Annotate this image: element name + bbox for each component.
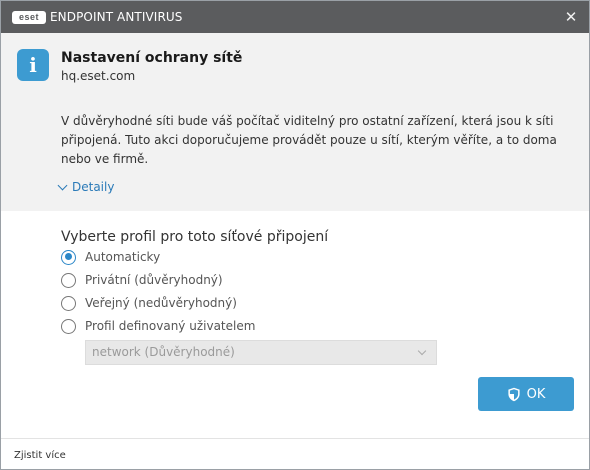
- ok-button[interactable]: OK: [478, 377, 574, 411]
- info-panel: i Nastavení ochrany sítě hq.eset.com V d…: [1, 33, 589, 211]
- network-host: hq.eset.com: [61, 69, 136, 83]
- footer: Zjistit více: [1, 438, 589, 469]
- radio-label: Privátní (důvěryhodný): [85, 273, 223, 287]
- ok-label: OK: [526, 386, 546, 402]
- radio-label: Automaticky: [85, 250, 161, 264]
- radio-button[interactable]: [61, 272, 76, 288]
- details-toggle[interactable]: Detaily: [57, 180, 114, 194]
- radio-button[interactable]: [61, 318, 76, 334]
- profile-section-title: Vyberte profil pro toto síťové připojení: [61, 229, 329, 245]
- product-name: ENDPOINT ANTIVIRUS: [50, 10, 183, 24]
- chevron-down-icon: [417, 346, 427, 356]
- details-label: Detaily: [72, 180, 115, 194]
- learn-more-link[interactable]: Zjistit více: [14, 450, 66, 461]
- dialog-window: eset ENDPOINT ANTIVIRUS ✕ i Nastavení oc…: [0, 0, 590, 470]
- select-value: network (Důvěryhodné): [92, 345, 235, 359]
- radio-automatic[interactable]: Automaticky: [61, 248, 160, 266]
- radio-button[interactable]: [61, 249, 76, 265]
- title-bar: eset ENDPOINT ANTIVIRUS ✕: [1, 1, 589, 33]
- radio-label: Veřejný (nedůvěryhodný): [85, 296, 237, 310]
- close-button[interactable]: ✕: [561, 7, 581, 27]
- dialog-title: Nastavení ochrany sítě: [61, 50, 243, 66]
- network-profile-select[interactable]: network (Důvěryhodné): [85, 340, 437, 365]
- radio-private[interactable]: Privátní (důvěryhodný): [61, 271, 223, 289]
- dialog-description: V důvěryhodné síti bude váš počítač vidi…: [61, 114, 557, 166]
- shield-icon: [507, 387, 521, 402]
- eset-logo: eset: [12, 11, 46, 24]
- radio-public[interactable]: Veřejný (nedůvěryhodný): [61, 294, 237, 312]
- radio-button[interactable]: [61, 295, 76, 311]
- radio-label: Profil definovaný uživatelem: [85, 319, 256, 333]
- chevron-down-icon: [57, 180, 68, 190]
- radio-user-defined[interactable]: Profil definovaný uživatelem: [61, 317, 255, 335]
- info-icon: i: [17, 49, 49, 81]
